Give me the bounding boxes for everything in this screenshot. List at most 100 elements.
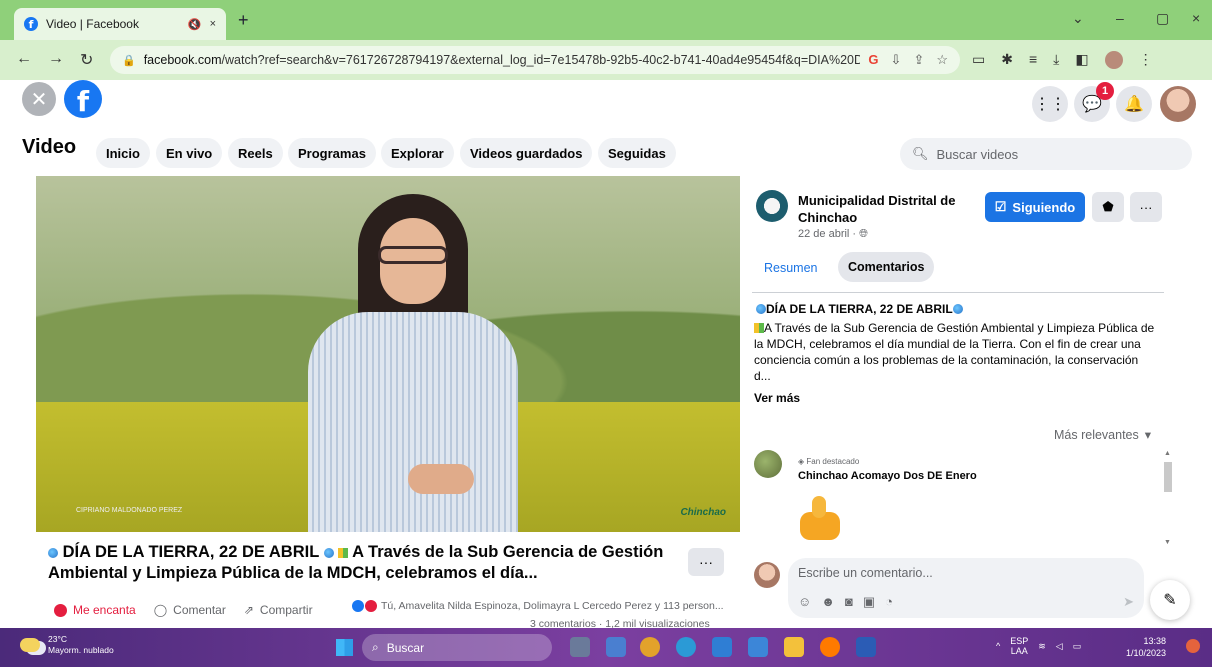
share-icon[interactable]: ⇪ xyxy=(913,52,924,68)
top-fan-badge: ◈ Fan destacado xyxy=(798,457,860,466)
star-icon[interactable]: ☆ xyxy=(936,52,948,68)
page-avatar[interactable] xyxy=(756,190,788,222)
playlist-icon[interactable]: ≡ xyxy=(1029,51,1037,69)
file-explorer-icon[interactable] xyxy=(784,637,804,657)
diamond-icon: ◈ xyxy=(798,457,805,466)
comment-sort-dropdown[interactable]: Más relevantes ▾ xyxy=(1054,427,1151,443)
sticker-icon[interactable]: ◔ xyxy=(885,594,893,610)
taskbar-search[interactable]: ⌕ Buscar xyxy=(362,634,552,661)
nav-inicio[interactable]: Inicio xyxy=(96,138,150,168)
notifications-bell-icon[interactable]: 🔔 xyxy=(1116,86,1152,122)
task-view-icon[interactable] xyxy=(570,637,590,657)
menu-grid-icon[interactable]: ⋮⋮ xyxy=(1032,86,1068,122)
language-indicator[interactable]: ESP LAA xyxy=(1010,636,1028,656)
reactions-summary[interactable]: Tú, Amavelita Nilda Espinoza, Dolimayra … xyxy=(352,600,724,612)
word-icon[interactable] xyxy=(856,637,876,657)
comment-composer[interactable]: Escribe un comentario... ☺ ☻ ◙ ▣ ◔ ➤ xyxy=(788,558,1144,618)
close-video-button[interactable]: ✕ xyxy=(22,82,56,116)
comment-button[interactable]: ◯ Comentar xyxy=(154,603,226,617)
comment-icon: ◯ xyxy=(153,603,168,617)
volume-icon[interactable]: ◁ xyxy=(1056,641,1063,652)
nav-programas[interactable]: Programas xyxy=(288,138,376,168)
reader-icon[interactable]: ▭ xyxy=(972,51,985,69)
wifi-icon[interactable]: ≋ xyxy=(1038,641,1046,652)
back-arrow-icon[interactable]: ← xyxy=(16,50,32,68)
battery-icon[interactable]: ▭ xyxy=(1073,641,1082,652)
comments-scrollbar[interactable]: ▲ ▼ xyxy=(1162,450,1174,546)
weather-widget[interactable]: 23°C Mayorm. nublado xyxy=(20,634,114,656)
address-bar[interactable]: 🔒 facebook.com/watch?ref=search&v=761726… xyxy=(110,46,960,74)
page-more-button[interactable]: ··· xyxy=(1130,192,1162,222)
browser-tab[interactable]: f Video | Facebook 🔇 × xyxy=(14,8,226,40)
new-tab-button[interactable]: + xyxy=(238,10,249,31)
account-avatar[interactable] xyxy=(1160,86,1196,122)
tab-title: Video | Facebook xyxy=(46,17,139,31)
chat-icon[interactable] xyxy=(606,637,626,657)
comment-input[interactable]: Escribe un comentario... xyxy=(798,566,933,580)
commenter-avatar[interactable] xyxy=(754,450,782,478)
facebook-logo-icon[interactable]: f xyxy=(64,80,102,118)
send-icon[interactable]: ➤ xyxy=(1123,594,1134,610)
new-message-button[interactable]: ✎ xyxy=(1150,580,1190,620)
scroll-thumb[interactable] xyxy=(1164,462,1172,492)
globe-icon: 🌐︎ xyxy=(859,228,868,240)
earth-emoji-icon xyxy=(323,548,334,558)
chevron-up-icon[interactable]: ^ xyxy=(996,641,1000,651)
tab-comentarios[interactable]: Comentarios xyxy=(838,252,935,282)
lock-icon[interactable]: 🔒 xyxy=(122,54,136,67)
page-name-link[interactable]: Municipalidad Distrital de Chinchao xyxy=(798,192,974,226)
install-icon[interactable]: ⇩ xyxy=(891,52,902,68)
extensions-icon[interactable]: ✱ xyxy=(1001,51,1013,69)
start-button-icon[interactable] xyxy=(336,639,353,656)
tab-close-icon[interactable]: × xyxy=(210,18,216,30)
store-icon[interactable] xyxy=(748,637,768,657)
scroll-down-icon[interactable]: ▼ xyxy=(1164,539,1171,546)
edge-icon[interactable] xyxy=(676,637,696,657)
nav-videos-guardados[interactable]: Videos guardados xyxy=(460,138,593,168)
sidepanel-icon[interactable]: ◧ xyxy=(1075,51,1088,69)
tab-mute-icon[interactable]: 🔇 xyxy=(188,18,202,31)
composer-tools: ☺ ☻ ◙ ▣ ◔ xyxy=(798,594,893,610)
gif-icon[interactable]: ▣ xyxy=(863,594,875,610)
firefox-icon[interactable] xyxy=(820,637,840,657)
nav-seguidas[interactable]: Seguidas xyxy=(598,138,676,168)
following-button[interactable]: ☑ Siguiendo xyxy=(985,192,1085,222)
download-icon[interactable]: ⤓ xyxy=(1053,51,1059,69)
forward-arrow-icon[interactable]: → xyxy=(48,50,64,68)
nav-reels[interactable]: Reels xyxy=(228,138,283,168)
share-button[interactable]: ⇗ Compartir xyxy=(244,603,313,617)
leaf-emoji-icon xyxy=(754,323,764,333)
tab-search-icon[interactable]: ⌄ xyxy=(1072,10,1084,27)
my-avatar[interactable] xyxy=(754,562,780,588)
see-more-link[interactable]: Ver más xyxy=(754,391,800,405)
mail-icon[interactable] xyxy=(712,637,732,657)
post-date: 22 de abril · 🌐︎ xyxy=(798,228,868,240)
share-arrow-icon: ⇗ xyxy=(243,603,254,617)
camera-icon[interactable]: ◙ xyxy=(845,594,853,610)
nav-en-vivo[interactable]: En vivo xyxy=(156,138,223,168)
commenter-name[interactable]: Chinchao Acomayo Dos DE Enero xyxy=(798,470,977,482)
google-icon[interactable]: G xyxy=(868,52,878,68)
video-player[interactable]: CIPRIANO MALDONADO PEREZ Chinchao xyxy=(36,176,740,532)
love-reaction-button[interactable]: Me encanta xyxy=(54,603,136,617)
avatar-sticker-icon[interactable]: ☺ xyxy=(798,594,811,610)
minimize-button[interactable]: – xyxy=(1116,10,1124,26)
browser-profile-avatar[interactable] xyxy=(1104,51,1123,69)
reload-icon[interactable]: ↻ xyxy=(80,50,93,70)
extension-icons: ▭ ✱ ≡ ⤓ ◧ ⋮ xyxy=(972,51,1153,69)
window-close-button[interactable]: × xyxy=(1192,10,1200,26)
search-videos-input[interactable]: 🔍︎ Buscar videos xyxy=(900,138,1192,170)
notification-center-icon[interactable] xyxy=(1186,639,1200,653)
maximize-button[interactable]: ▢ xyxy=(1156,10,1169,27)
tab-resumen[interactable]: Resumen xyxy=(756,254,826,282)
chrome-icon[interactable] xyxy=(640,637,660,657)
emoji-icon[interactable]: ☻ xyxy=(821,594,835,610)
nav-explorar[interactable]: Explorar xyxy=(381,138,454,168)
post-more-options-button[interactable]: ··· xyxy=(688,548,724,576)
save-bookmark-button[interactable]: ⬟ xyxy=(1092,192,1124,222)
browser-menu-icon[interactable]: ⋮ xyxy=(1139,51,1153,69)
earth-emoji-icon xyxy=(756,304,766,314)
lower-third-caption: CIPRIANO MALDONADO PEREZ xyxy=(76,507,183,514)
scroll-up-icon[interactable]: ▲ xyxy=(1164,450,1171,457)
system-clock[interactable]: 13:38 1/10/2023 xyxy=(1126,635,1166,659)
